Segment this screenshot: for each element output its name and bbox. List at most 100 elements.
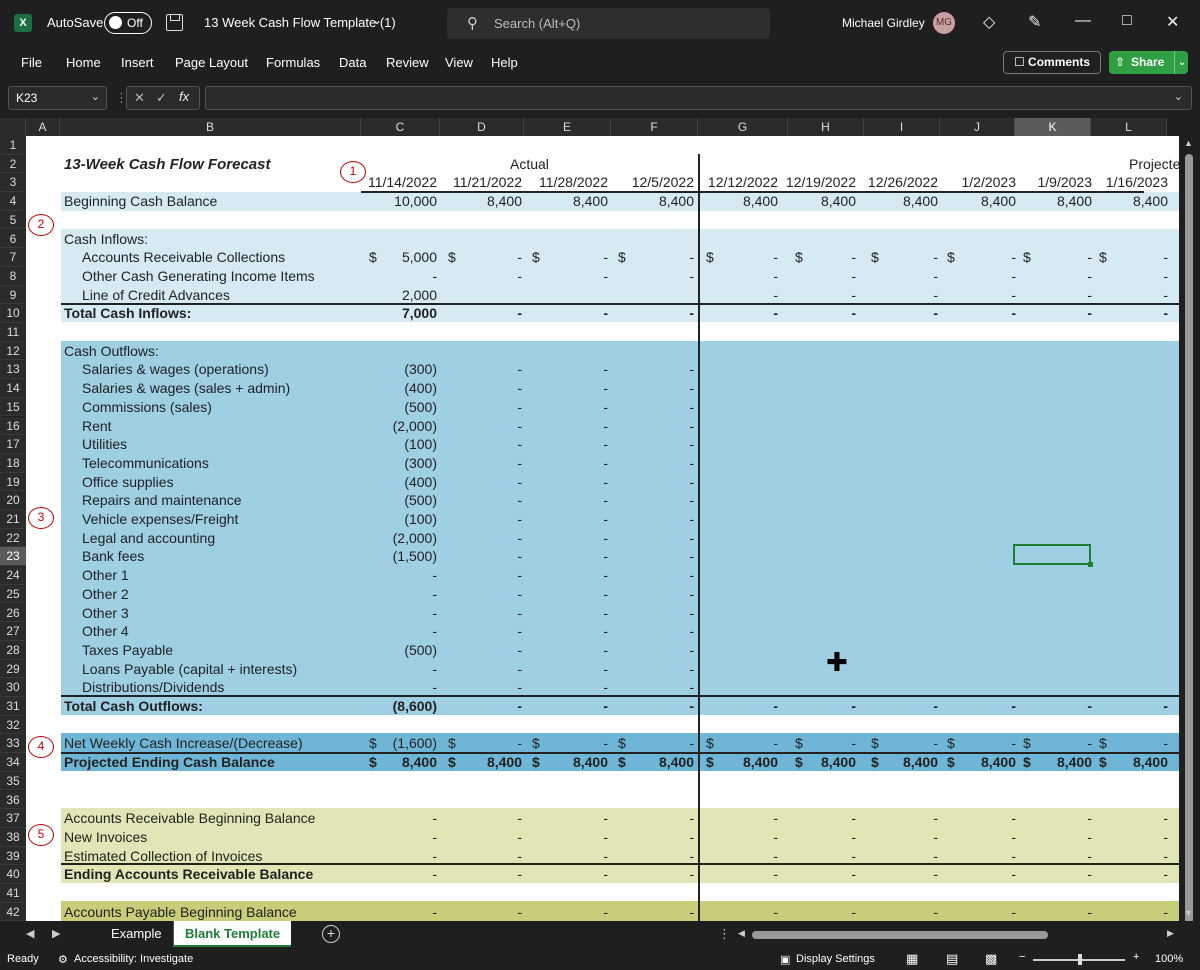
column-header[interactable]: E <box>524 118 611 136</box>
row-header[interactable]: 33 <box>0 734 26 754</box>
outflow-label[interactable]: Rent <box>82 418 112 434</box>
value-cell[interactable]: - <box>689 511 694 527</box>
row-header[interactable]: 12 <box>0 341 26 361</box>
cancel-icon[interactable]: ✕ <box>134 90 145 106</box>
value-cell[interactable]: (100) <box>404 436 437 452</box>
value-cell[interactable]: - <box>517 492 522 508</box>
value-cell[interactable]: - <box>689 829 694 845</box>
value-cell[interactable]: - <box>1011 829 1016 845</box>
column-header[interactable]: F <box>611 118 698 136</box>
display-settings[interactable]: Display Settings <box>796 953 875 965</box>
row-label[interactable]: Accounts Receivable Collections <box>82 249 285 265</box>
value-cell[interactable]: - <box>689 567 694 583</box>
currency-symbol[interactable]: $ <box>795 754 803 770</box>
value-cell[interactable]: - <box>517 305 522 321</box>
currency-symbol[interactable]: $ <box>618 249 626 265</box>
value-cell[interactable]: - <box>517 474 522 490</box>
accessibility-status[interactable]: Accessibility: Investigate <box>74 953 193 965</box>
value-cell[interactable]: - <box>603 623 608 639</box>
value-cell[interactable]: - <box>689 698 694 714</box>
currency-symbol[interactable]: $ <box>532 735 540 751</box>
date-header[interactable]: 1/16/2023 <box>1106 174 1168 190</box>
value-cell[interactable]: - <box>851 287 856 303</box>
cash-outflows-label[interactable]: Cash Outflows: <box>64 343 159 359</box>
value-cell[interactable]: - <box>773 268 778 284</box>
currency-symbol[interactable]: $ <box>448 754 456 770</box>
row-header[interactable]: 24 <box>0 566 26 585</box>
value-cell[interactable]: - <box>689 904 694 920</box>
row-label[interactable]: Other Cash Generating Income Items <box>82 268 315 284</box>
avatar[interactable]: MG <box>933 12 955 34</box>
value-cell[interactable]: - <box>517 380 522 396</box>
date-header[interactable]: 1/9/2023 <box>1038 174 1093 190</box>
zoom-slider-knob[interactable] <box>1078 954 1082 965</box>
zoom-level[interactable]: 100% <box>1155 953 1183 965</box>
autosave-toggle[interactable]: Off <box>104 12 152 34</box>
value-cell[interactable]: - <box>851 810 856 826</box>
value-cell[interactable]: - <box>1163 698 1168 714</box>
column-header[interactable]: D <box>440 118 524 136</box>
value-cell[interactable]: - <box>1011 287 1016 303</box>
currency-symbol[interactable]: $ <box>1023 249 1031 265</box>
value-cell[interactable]: - <box>851 268 856 284</box>
value-cell[interactable]: 8,400 <box>1057 754 1092 770</box>
value-cell[interactable]: - <box>1011 305 1016 321</box>
value-cell[interactable]: - <box>689 455 694 471</box>
row-header[interactable]: 7 <box>0 248 26 267</box>
close-icon[interactable]: ✕ <box>1166 12 1179 32</box>
row-header[interactable]: 19 <box>0 472 26 492</box>
vertical-scrollbar[interactable]: ▲ ▼ <box>1179 136 1200 924</box>
value-cell[interactable]: - <box>851 305 856 321</box>
value-cell[interactable]: - <box>1011 848 1016 864</box>
column-header[interactable]: C <box>361 118 440 136</box>
value-cell[interactable]: - <box>1087 268 1092 284</box>
row-header[interactable]: 9 <box>0 285 26 305</box>
ar-total-label[interactable]: Ending Accounts Receivable Balance <box>64 866 313 882</box>
value-cell[interactable]: 8,400 <box>402 754 437 770</box>
scroll-left-icon[interactable]: ◀ <box>738 928 745 939</box>
value-cell[interactable]: - <box>603 530 608 546</box>
outflow-label[interactable]: Other 1 <box>82 567 129 583</box>
value-cell[interactable]: 8,400 <box>981 193 1016 209</box>
value-cell[interactable]: - <box>1011 249 1016 265</box>
value-cell[interactable]: (1,500) <box>393 548 437 564</box>
column-header[interactable]: B <box>60 118 361 136</box>
value-cell[interactable]: - <box>1163 810 1168 826</box>
value-cell[interactable]: - <box>603 380 608 396</box>
value-cell[interactable]: - <box>689 399 694 415</box>
value-cell[interactable]: - <box>603 249 608 265</box>
value-cell[interactable]: (500) <box>404 642 437 658</box>
value-cell[interactable]: (400) <box>404 380 437 396</box>
selected-cell-k23[interactable] <box>1013 544 1093 567</box>
row-header[interactable]: 1 <box>0 136 26 155</box>
outflow-label[interactable]: Commissions (sales) <box>82 399 212 415</box>
currency-symbol[interactable]: $ <box>369 754 377 770</box>
value-cell[interactable]: - <box>432 866 437 882</box>
currency-symbol[interactable]: $ <box>706 754 714 770</box>
value-cell[interactable]: - <box>603 810 608 826</box>
row-header[interactable]: 10 <box>0 304 26 323</box>
date-header[interactable]: 12/19/2022 <box>786 174 856 190</box>
row-header[interactable]: 20 <box>0 491 26 510</box>
value-cell[interactable]: - <box>1087 829 1092 845</box>
page-layout-icon[interactable]: ▤ <box>946 951 958 967</box>
value-cell[interactable]: - <box>933 810 938 826</box>
value-cell[interactable]: - <box>603 605 608 621</box>
outflow-label[interactable]: Loans Payable (capital + interests) <box>82 661 297 677</box>
value-cell[interactable]: - <box>851 904 856 920</box>
value-cell[interactable]: - <box>603 698 608 714</box>
row-header[interactable]: 3 <box>0 173 26 193</box>
outflow-label[interactable]: Utilities <box>82 436 127 452</box>
date-header[interactable]: 11/14/2022 <box>368 174 437 190</box>
value-cell[interactable]: - <box>1163 249 1168 265</box>
value-cell[interactable]: - <box>689 249 694 265</box>
value-cell[interactable]: 8,400 <box>1133 193 1168 209</box>
row-header[interactable]: 11 <box>0 323 26 342</box>
chevron-down-icon[interactable]: ⌄ <box>91 90 100 103</box>
row-header[interactable]: 13 <box>0 360 26 380</box>
ar-row-label[interactable]: Estimated Collection of Invoices <box>64 848 262 864</box>
value-cell[interactable]: 7,000 <box>402 305 437 321</box>
column-header[interactable]: H <box>788 118 864 136</box>
value-cell[interactable]: 8,400 <box>1057 193 1092 209</box>
value-cell[interactable]: 5,000 <box>402 249 437 265</box>
